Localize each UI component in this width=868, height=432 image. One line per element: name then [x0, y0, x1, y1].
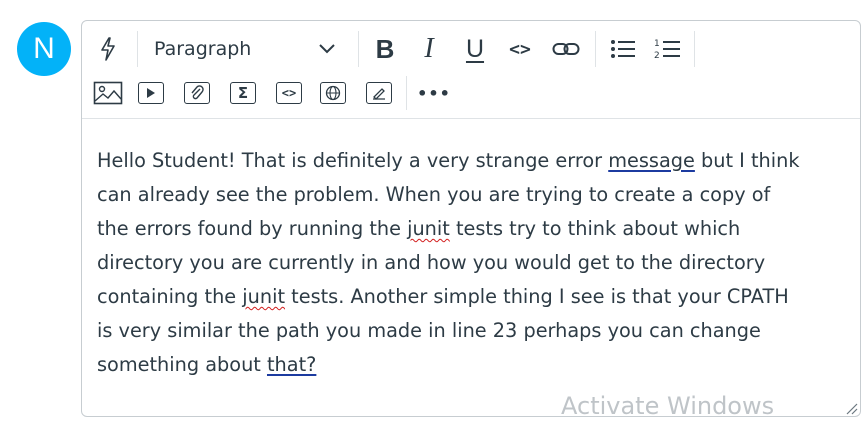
rich-text-editor[interactable]: Paragraph B I U <> 1 2 Σ <> ••• Hello St…	[81, 20, 861, 417]
misspelled-word[interactable]: junit	[407, 217, 450, 240]
avatar[interactable]: N	[17, 22, 71, 76]
embed-icon[interactable]: <>	[270, 77, 308, 109]
underline-icon[interactable]: U	[458, 33, 492, 65]
message-body[interactable]: Hello Student! That is definitely a very…	[97, 144, 857, 382]
code-icon[interactable]: <>	[502, 33, 538, 65]
svg-text:1: 1	[654, 39, 660, 49]
bulleted-list-icon[interactable]	[604, 33, 642, 65]
text-segment: is very similar the path you made in lin…	[97, 319, 761, 342]
text-segment: something about	[97, 353, 267, 376]
paragraph-format-value: Paragraph	[154, 38, 252, 60]
text-line: containing the junit tests. Another simp…	[97, 280, 857, 314]
italic-icon[interactable]: I	[412, 33, 446, 65]
equation-icon[interactable]: Σ	[224, 77, 262, 109]
image-icon[interactable]	[88, 77, 128, 109]
text-segment: tests. Another simple thing I see is tha…	[285, 285, 789, 308]
activate-windows-watermark: Activate Windows	[561, 392, 775, 420]
text-segment: Hello Student! That is definitely a very…	[97, 149, 609, 172]
text-segment: tests try to think about which	[449, 217, 741, 240]
numbered-list-icon[interactable]: 1 2	[648, 33, 686, 65]
text-line: Hello Student! That is definitely a very…	[97, 144, 857, 178]
text-line: directory you are currently in and how y…	[97, 246, 857, 280]
text-segment: can already see the problem. When you ar…	[97, 183, 771, 206]
text-line: the errors found by running the junit te…	[97, 212, 857, 246]
text-segment: but I think	[694, 149, 800, 172]
lightning-icon[interactable]	[88, 33, 128, 65]
text-segment: the errors found by running the	[97, 217, 408, 240]
text-line: can already see the problem. When you ar…	[97, 178, 857, 212]
editor-toolbar: Paragraph B I U <> 1 2 Σ <> •••	[82, 21, 860, 119]
svg-text:2: 2	[654, 51, 660, 60]
globe-icon[interactable]	[314, 77, 352, 109]
paragraph-format-select[interactable]: Paragraph	[140, 33, 350, 65]
media-icon[interactable]	[132, 77, 170, 109]
bold-icon[interactable]: B	[368, 33, 402, 65]
text-line: something about that?	[97, 348, 857, 382]
text-segment: directory you are currently in and how y…	[97, 251, 766, 274]
inline-link[interactable]: message	[608, 149, 695, 172]
misspelled-word[interactable]: junit	[242, 285, 285, 308]
document-icon[interactable]	[360, 77, 398, 109]
more-icon[interactable]: •••	[414, 77, 454, 109]
chevron-down-icon	[318, 38, 336, 60]
text-segment: containing the	[97, 285, 243, 308]
text-line: is very similar the path you made in lin…	[97, 314, 857, 348]
link-icon[interactable]	[548, 33, 584, 65]
inline-link[interactable]: that?	[267, 353, 316, 376]
attachment-icon[interactable]	[178, 77, 216, 109]
resize-handle-icon[interactable]	[844, 400, 858, 415]
